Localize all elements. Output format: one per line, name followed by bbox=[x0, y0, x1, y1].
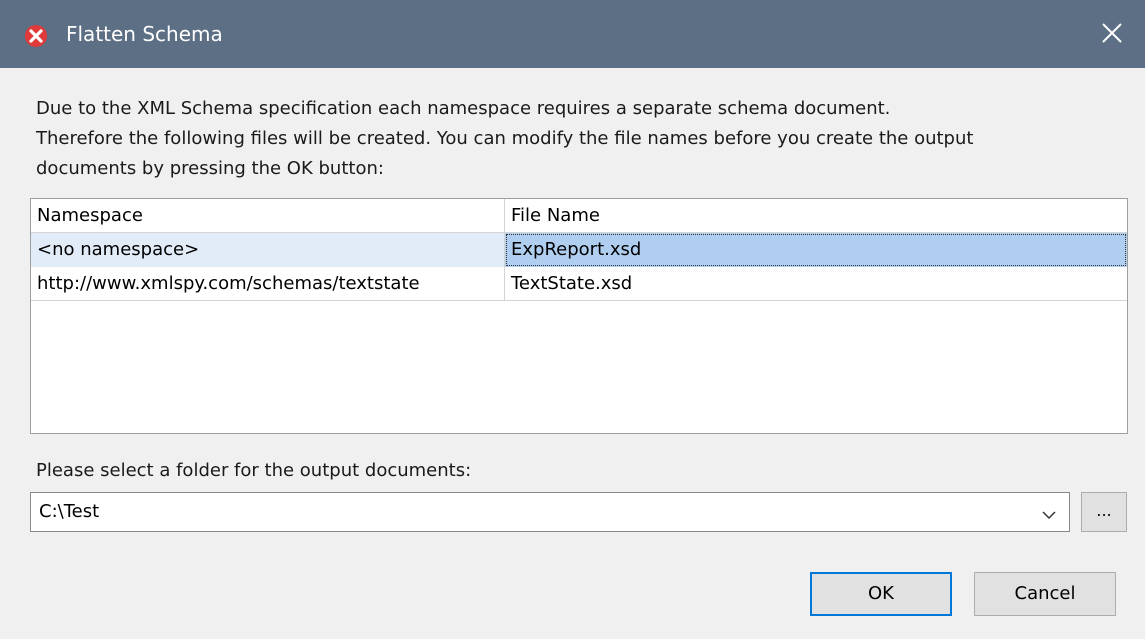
description-text: Due to the XML Schema specification each… bbox=[36, 98, 974, 179]
output-folder-value[interactable]: C:\Test bbox=[39, 493, 99, 531]
table-header-row: Namespace File Name bbox=[31, 199, 1127, 233]
file-name-cell[interactable]: TextState.xsd bbox=[505, 267, 1127, 301]
chevron-down-icon[interactable] bbox=[1041, 506, 1057, 525]
title-bar: Flatten Schema bbox=[0, 0, 1145, 68]
namespace-cell[interactable]: http://www.xmlspy.com/schemas/textstate bbox=[31, 267, 505, 301]
xmlspy-app-icon bbox=[24, 24, 48, 48]
namespace-cell[interactable]: <no namespace> bbox=[31, 233, 505, 267]
table-row[interactable]: <no namespace> ExpReport.xsd bbox=[31, 233, 1127, 267]
window-title: Flatten Schema bbox=[66, 22, 223, 46]
close-icon bbox=[1102, 23, 1122, 43]
browse-folder-button[interactable]: ... bbox=[1081, 492, 1127, 532]
close-button[interactable] bbox=[1083, 0, 1145, 68]
output-folder-label: Please select a folder for the output do… bbox=[36, 460, 472, 481]
table-row[interactable]: http://www.xmlspy.com/schemas/textstate … bbox=[31, 267, 1127, 301]
cancel-button[interactable]: Cancel bbox=[974, 572, 1116, 616]
column-header-namespace[interactable]: Namespace bbox=[31, 199, 505, 233]
namespace-file-table: Namespace File Name <no namespace> ExpRe… bbox=[30, 198, 1128, 434]
column-header-file-name[interactable]: File Name bbox=[505, 199, 1127, 233]
output-folder-combobox[interactable]: C:\Test bbox=[30, 492, 1070, 532]
file-name-cell[interactable]: ExpReport.xsd bbox=[505, 233, 1127, 267]
ok-button[interactable]: OK bbox=[810, 572, 952, 616]
